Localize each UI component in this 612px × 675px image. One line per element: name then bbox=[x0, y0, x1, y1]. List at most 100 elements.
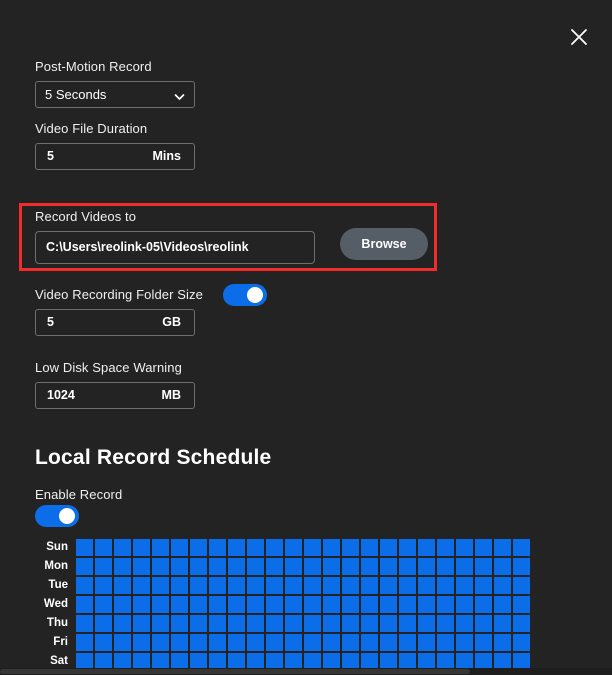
schedule-cell[interactable] bbox=[247, 577, 264, 594]
schedule-cell[interactable] bbox=[513, 577, 530, 594]
schedule-cell[interactable] bbox=[494, 577, 511, 594]
schedule-cell[interactable] bbox=[266, 577, 283, 594]
schedule-cell[interactable] bbox=[114, 615, 131, 632]
schedule-cell[interactable] bbox=[171, 577, 188, 594]
schedule-cell[interactable] bbox=[323, 577, 340, 594]
folder-size-input[interactable]: 5 GB bbox=[35, 309, 195, 336]
schedule-cell[interactable] bbox=[171, 615, 188, 632]
schedule-cell[interactable] bbox=[152, 615, 169, 632]
schedule-cell[interactable] bbox=[437, 634, 454, 651]
schedule-cell[interactable] bbox=[114, 539, 131, 556]
schedule-cell[interactable] bbox=[152, 577, 169, 594]
enable-record-toggle[interactable] bbox=[35, 505, 79, 527]
schedule-cell[interactable] bbox=[437, 596, 454, 613]
video-file-duration-input[interactable]: 5 Mins bbox=[35, 143, 195, 170]
schedule-cell[interactable] bbox=[171, 558, 188, 575]
schedule-cell[interactable] bbox=[399, 558, 416, 575]
schedule-cell[interactable] bbox=[418, 539, 435, 556]
schedule-cell[interactable] bbox=[209, 577, 226, 594]
schedule-cell[interactable] bbox=[114, 596, 131, 613]
horizontal-scrollbar[interactable] bbox=[0, 668, 612, 675]
schedule-cell[interactable] bbox=[247, 558, 264, 575]
schedule-cell[interactable] bbox=[133, 558, 150, 575]
schedule-cell[interactable] bbox=[114, 634, 131, 651]
schedule-cell[interactable] bbox=[513, 634, 530, 651]
schedule-cell[interactable] bbox=[475, 577, 492, 594]
schedule-cell[interactable] bbox=[323, 596, 340, 613]
schedule-cell[interactable] bbox=[152, 596, 169, 613]
schedule-cell[interactable] bbox=[513, 596, 530, 613]
schedule-cell[interactable] bbox=[304, 634, 321, 651]
schedule-cell[interactable] bbox=[266, 634, 283, 651]
schedule-cell[interactable] bbox=[190, 539, 207, 556]
schedule-cell[interactable] bbox=[171, 634, 188, 651]
schedule-cell[interactable] bbox=[342, 596, 359, 613]
schedule-cell[interactable] bbox=[437, 539, 454, 556]
schedule-cell[interactable] bbox=[456, 634, 473, 651]
schedule-cell[interactable] bbox=[380, 634, 397, 651]
schedule-cell[interactable] bbox=[304, 615, 321, 632]
schedule-cell[interactable] bbox=[361, 539, 378, 556]
schedule-cell[interactable] bbox=[380, 558, 397, 575]
schedule-cell[interactable] bbox=[171, 539, 188, 556]
schedule-cell[interactable] bbox=[247, 539, 264, 556]
schedule-cell[interactable] bbox=[95, 577, 112, 594]
schedule-cell[interactable] bbox=[247, 596, 264, 613]
record-path-input[interactable]: C:\Users\reolink-05\Videos\reolink bbox=[35, 231, 315, 264]
schedule-cell[interactable] bbox=[171, 596, 188, 613]
schedule-cell[interactable] bbox=[190, 577, 207, 594]
schedule-cell[interactable] bbox=[399, 634, 416, 651]
schedule-cell[interactable] bbox=[133, 539, 150, 556]
schedule-cell[interactable] bbox=[513, 615, 530, 632]
schedule-cell[interactable] bbox=[285, 558, 302, 575]
schedule-cell[interactable] bbox=[76, 539, 93, 556]
schedule-cell[interactable] bbox=[228, 615, 245, 632]
schedule-cell[interactable] bbox=[380, 615, 397, 632]
close-button[interactable] bbox=[566, 24, 592, 50]
schedule-cell[interactable] bbox=[361, 634, 378, 651]
schedule-cell[interactable] bbox=[342, 539, 359, 556]
schedule-cell[interactable] bbox=[323, 539, 340, 556]
schedule-cell[interactable] bbox=[513, 539, 530, 556]
schedule-cell[interactable] bbox=[209, 539, 226, 556]
schedule-cell[interactable] bbox=[304, 539, 321, 556]
schedule-cell[interactable] bbox=[361, 577, 378, 594]
schedule-cell[interactable] bbox=[133, 615, 150, 632]
schedule-cell[interactable] bbox=[228, 634, 245, 651]
schedule-cell[interactable] bbox=[190, 558, 207, 575]
schedule-cell[interactable] bbox=[494, 615, 511, 632]
schedule-cell[interactable] bbox=[285, 634, 302, 651]
schedule-cell[interactable] bbox=[494, 634, 511, 651]
schedule-cell[interactable] bbox=[190, 615, 207, 632]
schedule-cell[interactable] bbox=[342, 615, 359, 632]
schedule-cell[interactable] bbox=[247, 634, 264, 651]
low-disk-warning-input[interactable]: 1024 MB bbox=[35, 382, 195, 409]
schedule-cell[interactable] bbox=[114, 577, 131, 594]
schedule-cell[interactable] bbox=[76, 615, 93, 632]
schedule-cell[interactable] bbox=[399, 596, 416, 613]
schedule-cell[interactable] bbox=[76, 634, 93, 651]
schedule-cell[interactable] bbox=[114, 558, 131, 575]
schedule-cell[interactable] bbox=[380, 539, 397, 556]
schedule-cell[interactable] bbox=[95, 539, 112, 556]
schedule-cell[interactable] bbox=[475, 596, 492, 613]
schedule-cell[interactable] bbox=[95, 558, 112, 575]
schedule-cell[interactable] bbox=[209, 596, 226, 613]
schedule-cell[interactable] bbox=[475, 539, 492, 556]
post-motion-record-select[interactable]: 5 Seconds bbox=[35, 81, 195, 108]
schedule-cell[interactable] bbox=[380, 596, 397, 613]
schedule-cell[interactable] bbox=[95, 596, 112, 613]
schedule-cell[interactable] bbox=[133, 634, 150, 651]
schedule-cell[interactable] bbox=[437, 577, 454, 594]
schedule-cell[interactable] bbox=[456, 577, 473, 594]
schedule-cell[interactable] bbox=[342, 558, 359, 575]
schedule-cell[interactable] bbox=[418, 558, 435, 575]
schedule-cell[interactable] bbox=[475, 634, 492, 651]
schedule-cell[interactable] bbox=[494, 539, 511, 556]
schedule-cell[interactable] bbox=[285, 615, 302, 632]
scrollbar-thumb[interactable] bbox=[0, 669, 470, 674]
schedule-cell[interactable] bbox=[437, 615, 454, 632]
schedule-cell[interactable] bbox=[494, 558, 511, 575]
browse-button[interactable]: Browse bbox=[340, 228, 428, 260]
schedule-cell[interactable] bbox=[399, 577, 416, 594]
